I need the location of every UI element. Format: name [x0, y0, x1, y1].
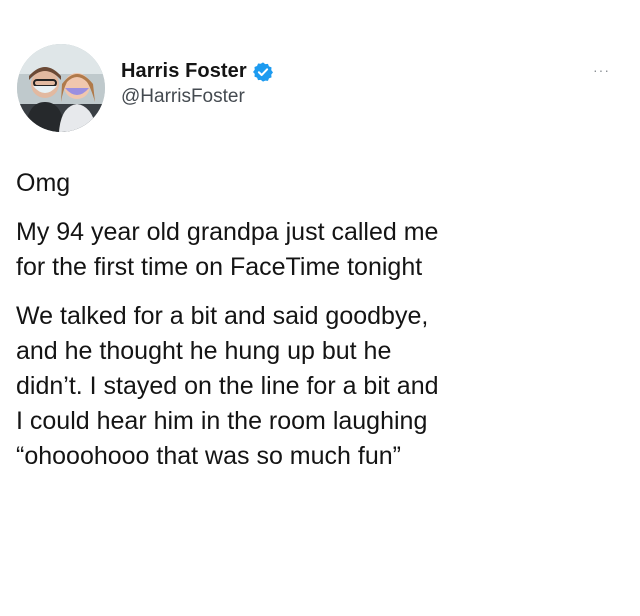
tweet-line: Omg	[16, 169, 71, 197]
tweet-line: “ohooohooo that was so much fun”	[16, 442, 401, 470]
tweet-text: Omg My 94 year old grandpa just called m…	[16, 166, 626, 488]
name-row: Harris Foster	[121, 60, 274, 83]
tweet-line: My 94 year old grandpa just called me	[16, 218, 439, 246]
tweet-paragraph: My 94 year old grandpa just called me fo…	[16, 215, 626, 285]
tweet-line: We talked for a bit and said goodbye,	[16, 302, 429, 330]
verified-badge-icon	[252, 61, 274, 83]
author-identity: Harris Foster @HarrisFoster	[121, 60, 274, 108]
tweet-line: didn’t. I stayed on the line for a bit a…	[16, 372, 439, 400]
tweet-header: Harris Foster @HarrisFoster	[17, 44, 274, 132]
avatar-photo-icon	[17, 44, 105, 132]
author-handle[interactable]: @HarrisFoster	[121, 86, 274, 108]
author-avatar[interactable]	[17, 44, 105, 132]
tweet-paragraph: We talked for a bit and said goodbye, an…	[16, 299, 626, 474]
tweet-card: Harris Foster @HarrisFoster ··· Omg My 9…	[0, 0, 640, 616]
tweet-line: and he thought he hung up but he	[16, 337, 392, 365]
more-options-icon[interactable]: ···	[593, 62, 610, 78]
tweet-paragraph: Omg	[16, 166, 626, 201]
tweet-line: I could hear him in the room laughing	[16, 407, 428, 435]
author-name[interactable]: Harris Foster	[121, 60, 247, 83]
tweet-line: for the first time on FaceTime tonight	[16, 253, 423, 281]
